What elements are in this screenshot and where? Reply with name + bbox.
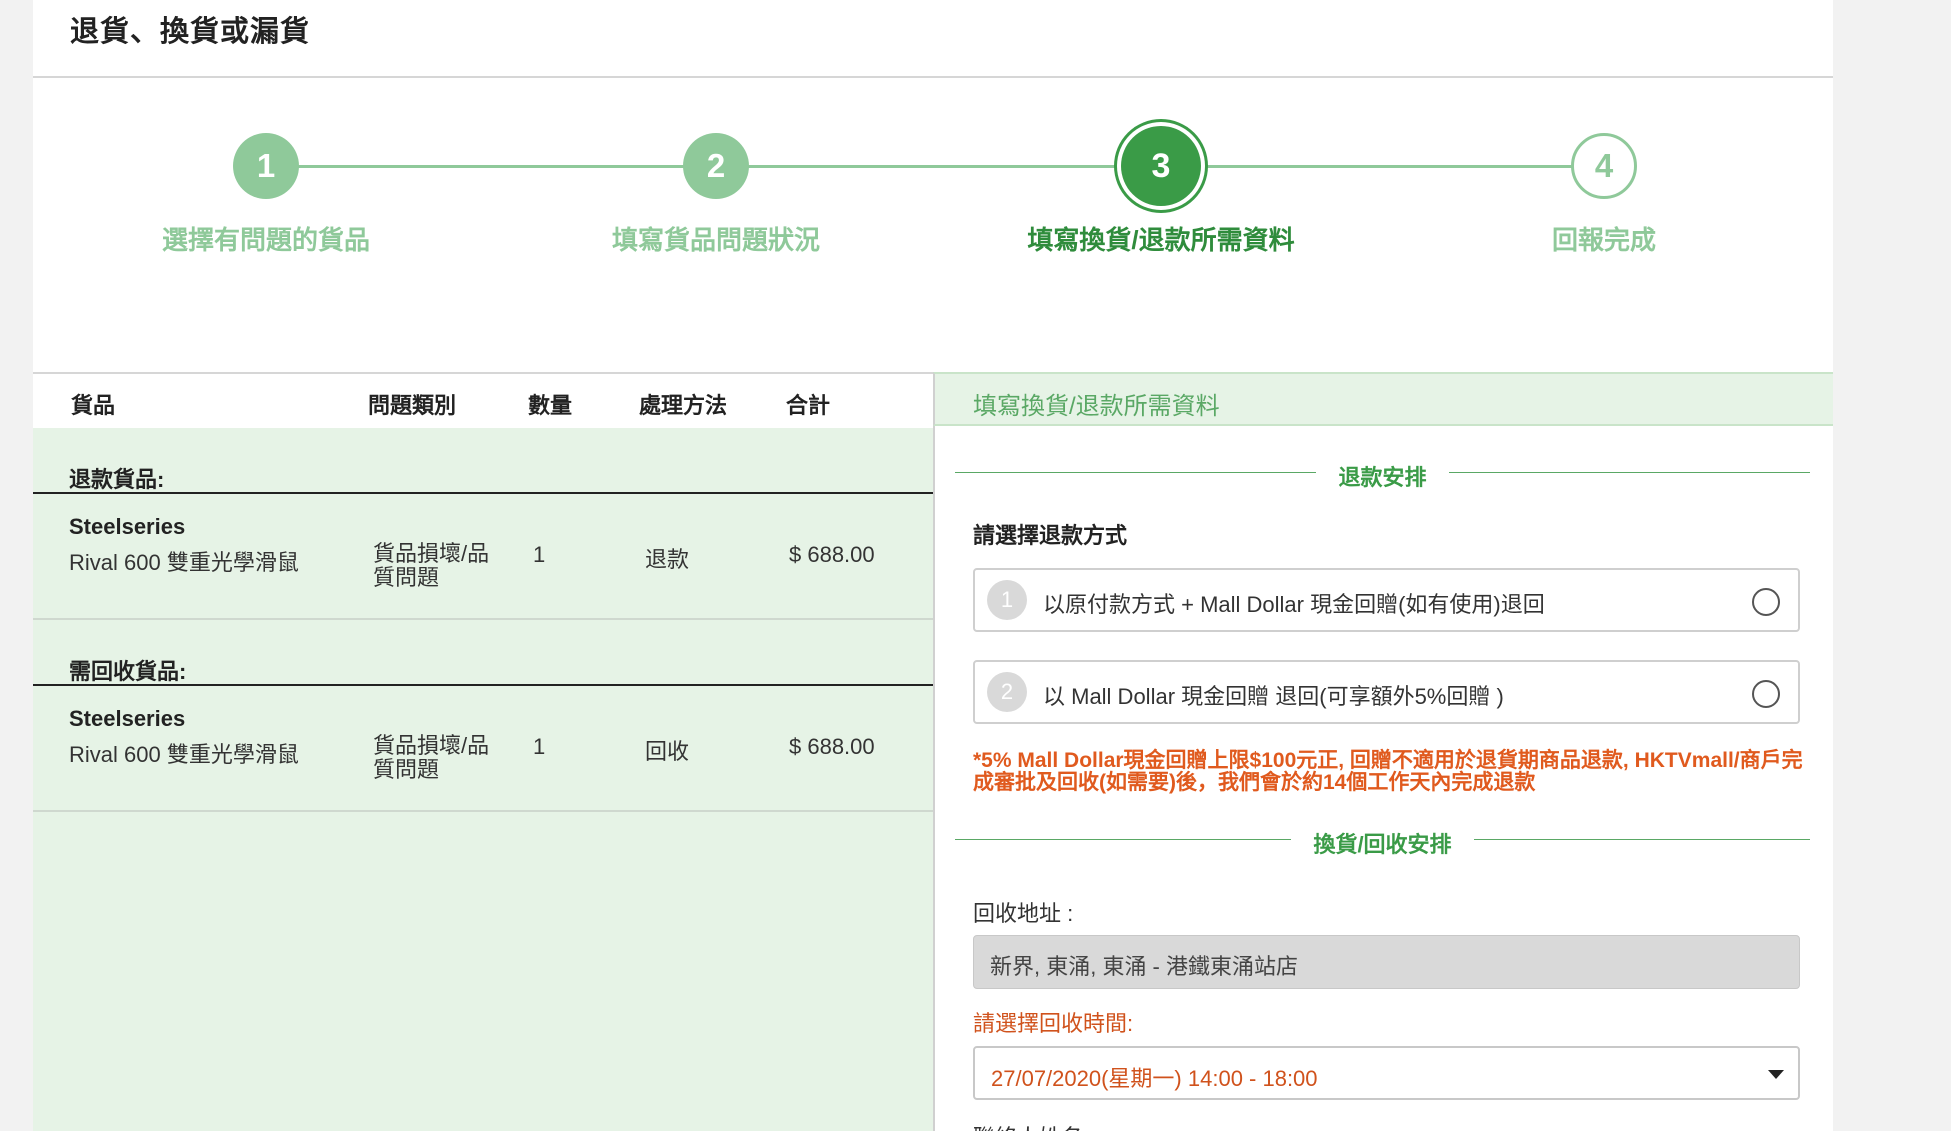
progress-stepper: 1 選擇有問題的貨品 2 填寫貨品問題狀況 3 填寫換貨/退款所需資料 4 回報… (33, 100, 1833, 300)
step-2-circle: 2 (683, 133, 749, 199)
col-quantity: 數量 (528, 393, 573, 418)
product-brand: Steelseries (69, 514, 186, 539)
product-name: Rival 600 雙重光學滑鼠 (69, 550, 299, 575)
refund-group-title: 退款貨品: (69, 467, 165, 492)
refund-section-title: 退款安排 (1316, 465, 1449, 490)
address-label: 回收地址 : (973, 901, 1074, 926)
radio-button[interactable] (1752, 680, 1780, 708)
option-number-badge: 1 (987, 580, 1027, 620)
exchange-section-divider: 換貨/回收安排 (955, 827, 1810, 857)
chevron-down-icon (1768, 1070, 1784, 1079)
exchange-section-title: 換貨/回收安排 (1291, 832, 1474, 857)
step-3-circle: 3 (1121, 126, 1201, 206)
product-name: Rival 600 雙重光學滑鼠 (69, 742, 299, 767)
step-3-label: 填寫換貨/退款所需資料 (1027, 225, 1295, 255)
step-2-label: 填寫貨品問題狀況 (611, 225, 820, 255)
recycle-group-title: 需回收貨品: (69, 659, 187, 684)
issue-type: 貨品損壞/品質問題 (373, 541, 490, 590)
quantity: 1 (533, 542, 546, 567)
issue-type: 貨品損壞/品質問題 (373, 733, 490, 782)
row-total: $ 688.00 (789, 542, 875, 567)
refund-note: *5% Mall Dollar現金回贈上限$100元正, 回贈不適用於退貨期商品… (973, 749, 1803, 794)
row-divider (33, 618, 933, 620)
refund-method-prompt: 請選擇退款方式 (973, 523, 1128, 548)
step-1-label: 選擇有問題的貨品 (161, 225, 370, 255)
form-header: 填寫換貨/退款所需資料 (933, 372, 1833, 426)
pickup-time-value: 27/07/2020(星期一) 14:00 - 18:00 (991, 1066, 1318, 1091)
option-label: 以 Mall Dollar 現金回贈 退回(可享額外5%回贈 ) (1043, 684, 1504, 709)
refund-option-mall-dollar[interactable]: 2 以 Mall Dollar 現金回贈 退回(可享額外5%回贈 ) (973, 660, 1800, 724)
refund-form-panel: 退款安排 請選擇退款方式 1 以原付款方式 + Mall Dollar 現金回贈… (933, 426, 1833, 1131)
table-header: 貨品 問題類別 數量 處理方法 合計 (33, 372, 933, 430)
pickup-time-select[interactable]: 27/07/2020(星期一) 14:00 - 18:00 (973, 1046, 1800, 1100)
group-divider (33, 684, 933, 686)
group-divider (33, 492, 933, 494)
page-title: 退貨、換貨或漏貨 (70, 16, 311, 48)
refund-option-original-payment[interactable]: 1 以原付款方式 + Mall Dollar 現金回贈(如有使用)退回 (973, 568, 1800, 632)
radio-button[interactable] (1752, 588, 1780, 616)
col-issue-type: 問題類別 (368, 393, 457, 418)
handling-method: 回收 (645, 739, 690, 764)
col-method: 處理方法 (639, 393, 728, 418)
form-header-title: 填寫換貨/退款所需資料 (973, 393, 1220, 420)
refund-section-divider: 退款安排 (955, 460, 1810, 490)
pickup-time-label: 請選擇回收時間: (973, 1011, 1134, 1036)
handling-method: 退款 (645, 547, 690, 572)
step-4-circle: 4 (1571, 133, 1637, 199)
quantity: 1 (533, 734, 546, 759)
col-total: 合計 (786, 393, 831, 418)
option-label: 以原付款方式 + Mall Dollar 現金回贈(如有使用)退回 (1043, 592, 1545, 617)
contact-name-label: 聯絡人姓名 (973, 1120, 1083, 1131)
stepper-line (295, 165, 1615, 168)
option-number-badge: 2 (987, 672, 1027, 712)
return-card: 退貨、換貨或漏貨 1 選擇有問題的貨品 2 填寫貨品問題狀況 3 填寫換貨/退款… (33, 0, 1833, 1131)
page-background-gutter (1833, 0, 1951, 1131)
product-brand: Steelseries (69, 706, 186, 731)
row-total: $ 688.00 (789, 734, 875, 759)
items-panel: 退款貨品: Steelseries Rival 600 雙重光學滑鼠 貨品損壞/… (33, 428, 933, 1131)
step-1-circle: 1 (233, 133, 299, 199)
title-divider (33, 76, 1833, 78)
address-value: 新界, 東涌, 東涌 - 港鐵東涌站店 (990, 954, 1299, 979)
row-divider (33, 810, 933, 812)
col-product: 貨品 (71, 393, 116, 418)
address-field: 新界, 東涌, 東涌 - 港鐵東涌站店 (973, 935, 1800, 989)
step-4-label: 回報完成 (1551, 225, 1656, 255)
